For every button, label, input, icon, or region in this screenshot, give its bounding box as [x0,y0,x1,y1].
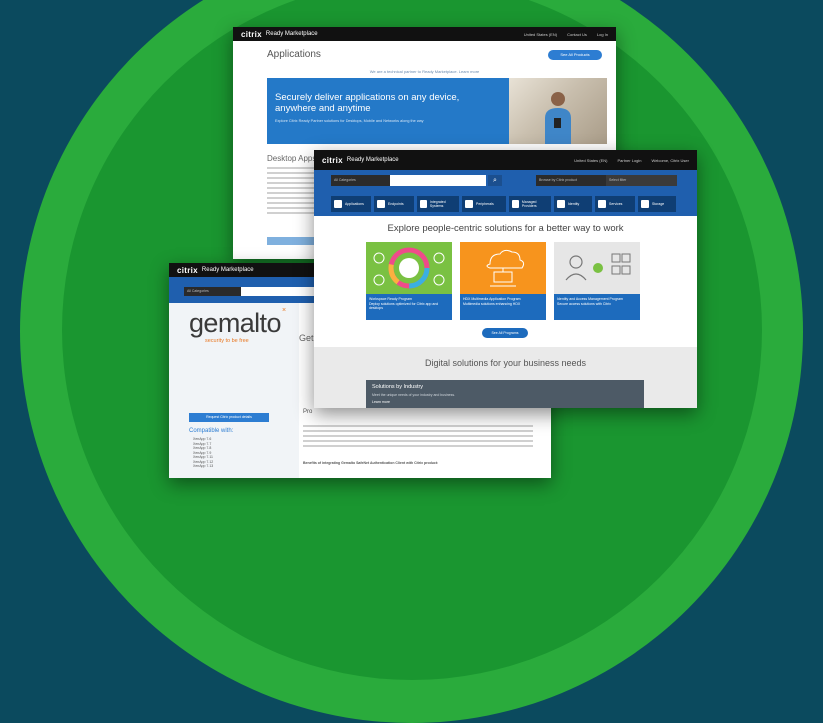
gemalto-logo-mark: × [282,307,287,314]
wrench-icon [420,200,427,208]
endpoint-icon [377,200,385,208]
product-overview-heading: Pro [303,409,313,415]
nav-tab-label: Integrated Systems [429,200,446,208]
program-card-identity[interactable]: Identity and Access Management Program S… [554,242,640,320]
identity-illustration [565,253,631,281]
contact-link[interactable]: Contact Us [567,32,587,37]
industry-subtitle: Meet the unique needs of your industry a… [372,393,456,397]
login-link[interactable]: Log In [597,32,608,37]
gemalto-logo: gemalto [189,308,281,338]
category-select[interactable]: All Categories [331,175,390,186]
peripheral-icon [465,200,473,208]
region-link[interactable]: United States (EN) [574,158,607,163]
gemalto-tagline: security to be free [205,338,249,344]
nav-tab-label: Managed Providers [521,200,537,208]
top-bar: citrix Ready Marketplace United States (… [314,150,697,170]
apps-icon [334,200,342,208]
nav-tab-integrated-systems[interactable]: Integrated Systems [417,196,459,212]
region-link[interactable]: United States (EN) [524,32,557,37]
solutions-by-industry-panel[interactable]: Solutions by Industry Meet the unique ne… [366,380,644,408]
program-card-image [366,242,452,294]
nav-tab-services[interactable]: Services [595,196,635,212]
brand-name: Ready Marketplace [201,267,254,273]
program-card-text: HDX Multimedia Application Program Multi… [460,294,546,320]
program-card-desc: Secure access solutions with Citrix [557,301,611,306]
program-card-desc: Deploy solutions optimized for Citrix ap… [369,301,439,311]
compatible-item: XenApp 7.13 [193,464,214,468]
marketplace-home-screenshot: citrix Ready Marketplace United States (… [314,150,697,408]
nav-tab-label: Endpoints [388,202,404,206]
compatible-item: XenApp 7.8 [193,446,212,450]
top-links: United States (EN) Contact Us Log In [524,32,608,37]
see-all-programs-button[interactable]: See All Programs [482,328,528,338]
program-card-desc: Multimedia solutions enhancing HDX [463,301,521,306]
cloud-icon [512,200,519,208]
nav-tab-managed-providers[interactable]: Managed Providers [509,196,551,212]
section-title: Desktop Apps [267,154,317,163]
nav-tab-applications[interactable]: Applications [331,196,371,212]
identity-icon [557,200,565,208]
search-input[interactable] [390,175,486,186]
brand-name: Ready Marketplace [265,31,318,37]
search-row: All Categories ⌕ Browse by Citrix produc… [314,170,697,192]
see-all-products-button[interactable]: See All Products [548,50,602,60]
nav-tab-endpoints[interactable]: Endpoints [374,196,414,212]
program-card-image [460,242,546,294]
industry-learn-more-link[interactable]: Learn more [372,400,390,404]
program-card-hdx[interactable]: HDX Multimedia Application Program Multi… [460,242,546,320]
secondary-filter-select[interactable]: Select filter [606,175,677,186]
product-title: Get [299,333,314,343]
cloud-network-illustration [486,249,525,287]
nav-tab-peripherals[interactable]: Peripherals [462,196,506,212]
nav-tab-label: Identity [568,202,580,206]
product-filter-select[interactable]: Browse by Citrix product [536,175,607,186]
page-title: Applications [267,49,321,60]
product-description [303,425,533,450]
program-card-image [554,242,640,294]
user-menu[interactable]: Welcome, Citrix User [652,158,690,163]
compatible-list: XenApp 7.6 XenApp 7.7 XenApp 7.8 XenApp … [193,437,213,469]
hero-photo [509,78,607,144]
nav-tab-label: Services [609,202,623,206]
explore-heading: Explore people-centric solutions for a b… [387,223,624,234]
top-links: United States (EN) Partner Login Welcome… [574,158,689,163]
industry-title: Solutions by Industry [372,384,424,390]
compatible-with-heading: Compatible with: [189,428,234,434]
compatible-item: XenApp 7.11 [193,455,213,459]
program-card-workspace[interactable]: Workspace Ready Program Deploy solutions… [366,242,452,320]
citrix-logo: citrix [322,155,343,165]
partner-login-link[interactable]: Partner Login [617,158,641,163]
hero-subtitle: Explore Citrix Ready Partner solutions f… [275,119,424,123]
program-card-text: Workspace Ready Program Deploy solutions… [366,294,452,320]
nav-tab-label: Peripherals [476,202,494,206]
citrix-logo: citrix [177,265,198,275]
hero-title: Securely deliver applications on any dev… [275,92,460,114]
top-bar: citrix Ready Marketplace United States (… [233,27,616,41]
category-select[interactable]: All Categories [184,287,242,296]
citrix-logo: citrix [241,29,262,39]
nav-tab-label: Storage [652,202,665,206]
hero-banner: Securely deliver applications on any dev… [267,78,607,144]
compatible-item: XenApp 7.6 [193,437,212,441]
person-with-phone-image [545,92,571,144]
search-icon[interactable]: ⌕ [488,175,502,186]
nav-tab-identity[interactable]: Identity [554,196,592,212]
request-details-button[interactable]: Request Citrix product details [189,413,269,422]
program-card-text: Identity and Access Management Program S… [554,294,640,320]
workspace-wheel-illustration [373,247,445,289]
category-nav: Applications Endpoints Integrated System… [314,192,697,216]
nav-tab-label: Applications [345,202,364,206]
partner-note: We are a technical partner to Ready Mark… [369,69,480,74]
gear-icon [598,200,606,208]
nav-tab-storage[interactable]: Storage [638,196,676,212]
benefits-heading: Benefits of integrating Gemalto SafeNet … [303,461,439,465]
storage-icon [641,200,649,208]
brand-name: Ready Marketplace [346,157,399,163]
digital-solutions-heading: Digital solutions for your business need… [424,358,587,368]
